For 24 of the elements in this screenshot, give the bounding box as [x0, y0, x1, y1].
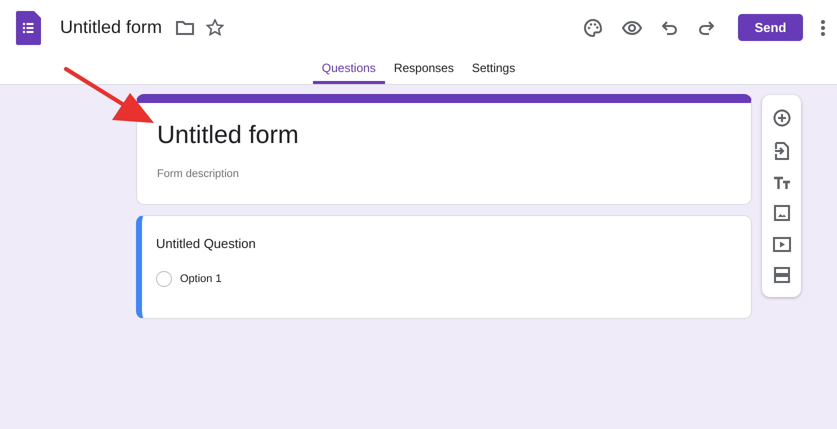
redo-icon[interactable] [698, 20, 714, 34]
add-icon[interactable] [772, 108, 790, 127]
radio-button[interactable] [156, 271, 172, 287]
star-icon[interactable] [206, 19, 224, 36]
send-button[interactable]: Send [738, 14, 803, 41]
section-icon[interactable] [774, 267, 790, 284]
palette-icon[interactable] [584, 18, 602, 36]
video-icon[interactable] [772, 236, 790, 252]
form-tab[interactable]: Settings [462, 55, 524, 84]
folder-icon[interactable] [176, 20, 194, 34]
form-name[interactable]: Untitled form [60, 17, 162, 38]
option-label[interactable]: Option 1 [180, 273, 222, 285]
form-tab[interactable]: Questions [312, 55, 385, 84]
form-tab[interactable]: Responses [384, 55, 463, 84]
image-icon[interactable] [774, 205, 790, 222]
undo-icon[interactable] [662, 20, 678, 34]
forms-logo-icon[interactable] [16, 10, 41, 44]
text-icon[interactable] [772, 176, 790, 190]
import-icon[interactable] [774, 142, 790, 160]
form-title[interactable]: Untitled form [157, 121, 731, 150]
preview-eye-icon[interactable] [622, 20, 642, 34]
form-description-field[interactable]: Form description [157, 168, 731, 180]
question-title[interactable]: Untitled Question [156, 236, 737, 251]
more-options-icon[interactable] [821, 20, 825, 36]
